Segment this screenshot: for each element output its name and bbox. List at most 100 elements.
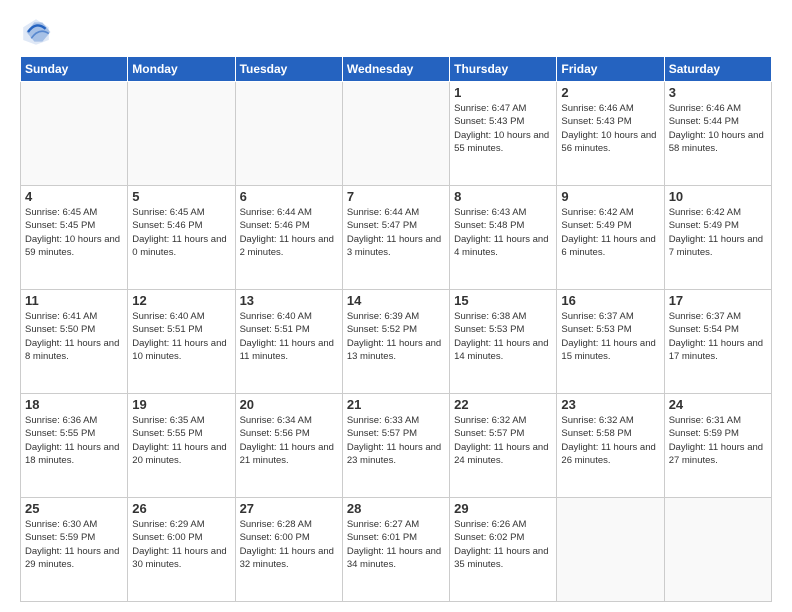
day-number: 29 bbox=[454, 501, 552, 516]
day-number: 11 bbox=[25, 293, 123, 308]
day-of-week-tuesday: Tuesday bbox=[235, 57, 342, 82]
day-number: 6 bbox=[240, 189, 338, 204]
day-info: Sunrise: 6:46 AM Sunset: 5:43 PM Dayligh… bbox=[561, 102, 659, 155]
day-info: Sunrise: 6:44 AM Sunset: 5:46 PM Dayligh… bbox=[240, 206, 338, 259]
day-info: Sunrise: 6:37 AM Sunset: 5:54 PM Dayligh… bbox=[669, 310, 767, 363]
calendar-cell bbox=[557, 498, 664, 602]
calendar-cell bbox=[235, 82, 342, 186]
day-number: 16 bbox=[561, 293, 659, 308]
day-number: 1 bbox=[454, 85, 552, 100]
day-of-week-wednesday: Wednesday bbox=[342, 57, 449, 82]
day-info: Sunrise: 6:47 AM Sunset: 5:43 PM Dayligh… bbox=[454, 102, 552, 155]
calendar-cell: 6 Sunrise: 6:44 AM Sunset: 5:46 PM Daylig… bbox=[235, 186, 342, 290]
calendar-cell: 20Sunrise: 6:34 AM Sunset: 5:56 PM Dayli… bbox=[235, 394, 342, 498]
day-info: Sunrise: 6:35 AM Sunset: 5:55 PM Dayligh… bbox=[132, 414, 230, 467]
calendar-cell bbox=[128, 82, 235, 186]
calendar-cell: 11 Sunrise: 6:41 AM Sunset: 5:50 PM Dayli… bbox=[21, 290, 128, 394]
day-info: Sunrise: 6:34 AM Sunset: 5:56 PM Dayligh… bbox=[240, 414, 338, 467]
calendar-cell: 3Sunrise: 6:46 AM Sunset: 5:44 PM Daylig… bbox=[664, 82, 771, 186]
calendar-cell: 5 Sunrise: 6:45 AM Sunset: 5:46 PM Daylig… bbox=[128, 186, 235, 290]
calendar-cell: 1 Sunrise: 6:47 AM Sunset: 5:43 PM Daylig… bbox=[450, 82, 557, 186]
day-number: 13 bbox=[240, 293, 338, 308]
day-number: 19 bbox=[132, 397, 230, 412]
day-number: 28 bbox=[347, 501, 445, 516]
day-number: 7 bbox=[347, 189, 445, 204]
day-number: 10 bbox=[669, 189, 767, 204]
day-number: 14 bbox=[347, 293, 445, 308]
calendar-table: SundayMondayTuesdayWednesdayThursdayFrid… bbox=[20, 56, 772, 602]
day-info: Sunrise: 6:28 AM Sunset: 6:00 PM Dayligh… bbox=[240, 518, 338, 571]
day-info: Sunrise: 6:32 AM Sunset: 5:57 PM Dayligh… bbox=[454, 414, 552, 467]
calendar-cell: 7 Sunrise: 6:44 AM Sunset: 5:47 PM Daylig… bbox=[342, 186, 449, 290]
calendar-cell: 13 Sunrise: 6:40 AM Sunset: 5:51 PM Dayli… bbox=[235, 290, 342, 394]
day-info: Sunrise: 6:45 AM Sunset: 5:45 PM Dayligh… bbox=[25, 206, 123, 259]
day-number: 2 bbox=[561, 85, 659, 100]
day-info: Sunrise: 6:26 AM Sunset: 6:02 PM Dayligh… bbox=[454, 518, 552, 571]
calendar-cell bbox=[342, 82, 449, 186]
day-number: 22 bbox=[454, 397, 552, 412]
day-of-week-sunday: Sunday bbox=[21, 57, 128, 82]
day-number: 26 bbox=[132, 501, 230, 516]
calendar-cell: 21 Sunrise: 6:33 AM Sunset: 5:57 PM Dayli… bbox=[342, 394, 449, 498]
calendar-cell: 22 Sunrise: 6:32 AM Sunset: 5:57 PM Dayli… bbox=[450, 394, 557, 498]
calendar-cell: 23 Sunrise: 6:32 AM Sunset: 5:58 PM Dayli… bbox=[557, 394, 664, 498]
day-info: Sunrise: 6:46 AM Sunset: 5:44 PM Dayligh… bbox=[669, 102, 767, 155]
day-of-week-saturday: Saturday bbox=[664, 57, 771, 82]
calendar-cell: 8Sunrise: 6:43 AM Sunset: 5:48 PM Daylig… bbox=[450, 186, 557, 290]
day-info: Sunrise: 6:33 AM Sunset: 5:57 PM Dayligh… bbox=[347, 414, 445, 467]
day-number: 5 bbox=[132, 189, 230, 204]
day-info: Sunrise: 6:31 AM Sunset: 5:59 PM Dayligh… bbox=[669, 414, 767, 467]
calendar-cell: 10Sunrise: 6:42 AM Sunset: 5:49 PM Dayli… bbox=[664, 186, 771, 290]
day-info: Sunrise: 6:44 AM Sunset: 5:47 PM Dayligh… bbox=[347, 206, 445, 259]
day-info: Sunrise: 6:32 AM Sunset: 5:58 PM Dayligh… bbox=[561, 414, 659, 467]
day-number: 23 bbox=[561, 397, 659, 412]
day-of-week-friday: Friday bbox=[557, 57, 664, 82]
page-header bbox=[20, 16, 772, 48]
day-info: Sunrise: 6:39 AM Sunset: 5:52 PM Dayligh… bbox=[347, 310, 445, 363]
calendar-cell: 12 Sunrise: 6:40 AM Sunset: 5:51 PM Dayli… bbox=[128, 290, 235, 394]
calendar-cell: 27Sunrise: 6:28 AM Sunset: 6:00 PM Dayli… bbox=[235, 498, 342, 602]
calendar-cell: 18Sunrise: 6:36 AM Sunset: 5:55 PM Dayli… bbox=[21, 394, 128, 498]
day-info: Sunrise: 6:40 AM Sunset: 5:51 PM Dayligh… bbox=[132, 310, 230, 363]
calendar-week-1: 1 Sunrise: 6:47 AM Sunset: 5:43 PM Daylig… bbox=[21, 82, 772, 186]
day-number: 21 bbox=[347, 397, 445, 412]
calendar-cell: 29 Sunrise: 6:26 AM Sunset: 6:02 PM Dayli… bbox=[450, 498, 557, 602]
logo bbox=[20, 16, 56, 48]
calendar-week-2: 4 Sunrise: 6:45 AM Sunset: 5:45 PM Daylig… bbox=[21, 186, 772, 290]
day-number: 25 bbox=[25, 501, 123, 516]
day-number: 4 bbox=[25, 189, 123, 204]
calendar-cell: 19 Sunrise: 6:35 AM Sunset: 5:55 PM Dayli… bbox=[128, 394, 235, 498]
day-of-week-thursday: Thursday bbox=[450, 57, 557, 82]
calendar-header-row: SundayMondayTuesdayWednesdayThursdayFrid… bbox=[21, 57, 772, 82]
calendar-cell: 4 Sunrise: 6:45 AM Sunset: 5:45 PM Daylig… bbox=[21, 186, 128, 290]
day-number: 9 bbox=[561, 189, 659, 204]
logo-icon bbox=[20, 16, 52, 48]
calendar-week-5: 25 Sunrise: 6:30 AM Sunset: 5:59 PM Dayli… bbox=[21, 498, 772, 602]
day-info: Sunrise: 6:37 AM Sunset: 5:53 PM Dayligh… bbox=[561, 310, 659, 363]
day-info: Sunrise: 6:45 AM Sunset: 5:46 PM Dayligh… bbox=[132, 206, 230, 259]
calendar-cell: 15 Sunrise: 6:38 AM Sunset: 5:53 PM Dayli… bbox=[450, 290, 557, 394]
calendar-week-4: 18Sunrise: 6:36 AM Sunset: 5:55 PM Dayli… bbox=[21, 394, 772, 498]
calendar-cell: 2 Sunrise: 6:46 AM Sunset: 5:43 PM Daylig… bbox=[557, 82, 664, 186]
calendar-cell: 26 Sunrise: 6:29 AM Sunset: 6:00 PM Dayli… bbox=[128, 498, 235, 602]
calendar-cell: 28 Sunrise: 6:27 AM Sunset: 6:01 PM Dayli… bbox=[342, 498, 449, 602]
calendar-cell bbox=[664, 498, 771, 602]
day-number: 17 bbox=[669, 293, 767, 308]
day-info: Sunrise: 6:40 AM Sunset: 5:51 PM Dayligh… bbox=[240, 310, 338, 363]
calendar-cell: 17 Sunrise: 6:37 AM Sunset: 5:54 PM Dayli… bbox=[664, 290, 771, 394]
calendar-cell: 9 Sunrise: 6:42 AM Sunset: 5:49 PM Daylig… bbox=[557, 186, 664, 290]
calendar-cell: 14 Sunrise: 6:39 AM Sunset: 5:52 PM Dayli… bbox=[342, 290, 449, 394]
day-number: 24 bbox=[669, 397, 767, 412]
day-info: Sunrise: 6:29 AM Sunset: 6:00 PM Dayligh… bbox=[132, 518, 230, 571]
calendar-week-3: 11 Sunrise: 6:41 AM Sunset: 5:50 PM Dayli… bbox=[21, 290, 772, 394]
day-number: 12 bbox=[132, 293, 230, 308]
day-info: Sunrise: 6:42 AM Sunset: 5:49 PM Dayligh… bbox=[561, 206, 659, 259]
calendar-cell: 25 Sunrise: 6:30 AM Sunset: 5:59 PM Dayli… bbox=[21, 498, 128, 602]
day-info: Sunrise: 6:36 AM Sunset: 5:55 PM Dayligh… bbox=[25, 414, 123, 467]
day-info: Sunrise: 6:41 AM Sunset: 5:50 PM Dayligh… bbox=[25, 310, 123, 363]
day-info: Sunrise: 6:30 AM Sunset: 5:59 PM Dayligh… bbox=[25, 518, 123, 571]
day-info: Sunrise: 6:27 AM Sunset: 6:01 PM Dayligh… bbox=[347, 518, 445, 571]
day-number: 15 bbox=[454, 293, 552, 308]
day-info: Sunrise: 6:38 AM Sunset: 5:53 PM Dayligh… bbox=[454, 310, 552, 363]
day-number: 8 bbox=[454, 189, 552, 204]
